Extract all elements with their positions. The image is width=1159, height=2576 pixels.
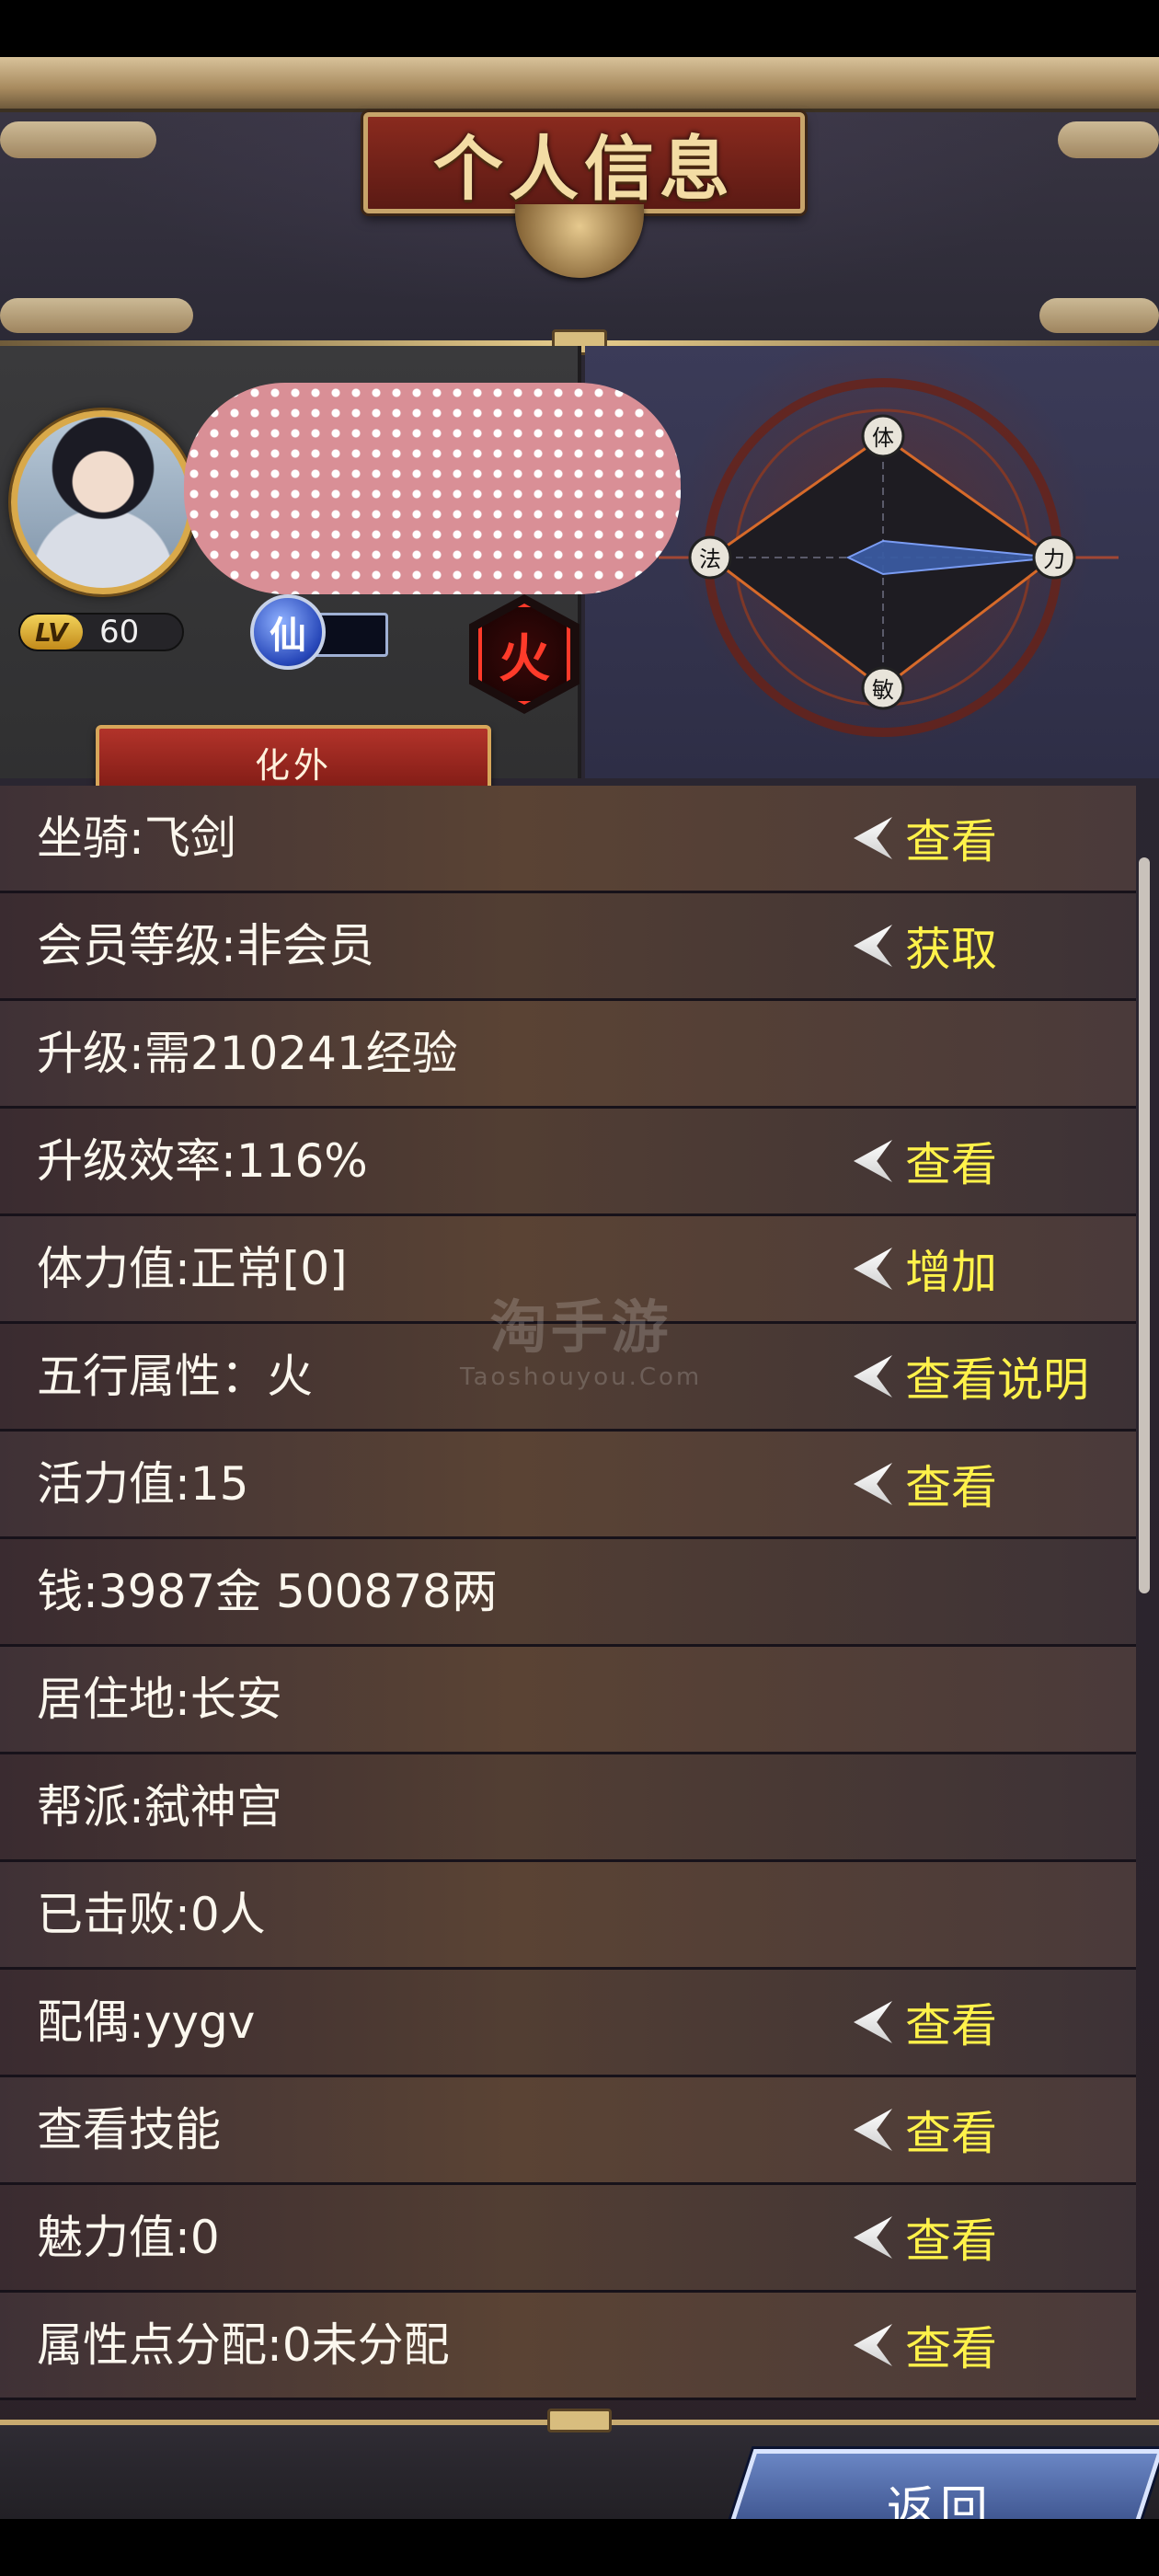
list-item-label: 魅力值:0: [37, 2211, 220, 2264]
list-item-label: 钱:3987金 500878两: [37, 1565, 498, 1618]
list-item-action-label: 查看: [905, 2322, 997, 2375]
arrow-left-icon: [854, 2216, 892, 2259]
svg-text:敏: 敏: [872, 677, 894, 703]
name-redaction: [184, 383, 681, 594]
arrow-left-icon: [854, 2324, 892, 2366]
list-item: 升级:需210241经验: [0, 1001, 1136, 1109]
list-item-action-button[interactable]: 查看: [854, 1970, 997, 2075]
list-item: 魅力值:0 查看: [0, 2185, 1136, 2293]
svg-text:力: 力: [1043, 546, 1065, 572]
cloud-ornament-bottom-right: [1039, 298, 1159, 333]
list-item: 配偶:yygv 查看: [0, 1970, 1136, 2077]
list-item-action-button[interactable]: 增加: [854, 1216, 997, 1321]
info-list[interactable]: 坐骑:飞剑 查看 会员等级:非会员 获取 升级:需210241经验 升级效率:116% 查看…: [0, 786, 1136, 2420]
status-bar: [0, 0, 1159, 57]
arrow-left-icon: [854, 1248, 892, 1290]
list-item: 属性点分配:0未分配 查看: [0, 2293, 1136, 2400]
list-item: 帮派:弑神宫: [0, 1754, 1136, 1862]
watermark: 淘手游 Taoshouyou.Com: [460, 1281, 702, 1391]
list-item-action-button[interactable]: 查看: [854, 1109, 997, 1213]
list-item-action-button[interactable]: 查看: [854, 2293, 997, 2398]
radar-label-bottom: 敏: [861, 666, 905, 710]
list-item-label: 五行属性：火: [37, 1350, 313, 1403]
xian-icon: 仙: [250, 594, 326, 670]
radar-label-left: 法: [688, 535, 732, 580]
list-item-action-label: 查看: [905, 1138, 997, 1191]
list-item-label: 居住地:长安: [37, 1673, 282, 1726]
knot-ornament: [547, 2409, 612, 2432]
watermark-sub: Taoshouyou.Com: [460, 1363, 703, 1391]
page-title: 个人信息: [433, 128, 735, 210]
svg-text:法: 法: [699, 546, 721, 572]
header: 个人信息: [0, 57, 1159, 355]
cloud-ornament-right: [1058, 121, 1159, 158]
arrow-left-icon: [854, 2109, 892, 2151]
list-item-action-label: 查看: [905, 2107, 997, 2160]
list-item-label: 属性点分配:0未分配: [37, 2318, 450, 2372]
avatar[interactable]: [11, 410, 195, 594]
arrow-left-icon: [854, 817, 892, 859]
list-item: 查看技能 查看: [0, 2077, 1136, 2185]
title-plaque: 个人信息: [363, 112, 805, 213]
list-item: 活力值:15 查看: [0, 1432, 1136, 1539]
list-item-action-button[interactable]: 查看: [854, 2077, 997, 2182]
list-item-label: 升级:需210241经验: [37, 1027, 458, 1080]
list-item-label: 升级效率:116%: [37, 1134, 368, 1188]
list-item: 钱:3987金 500878两: [0, 1539, 1136, 1647]
list-item-label: 坐骑:飞剑: [37, 811, 236, 865]
attribute-radar: 体 法 力 敏: [585, 346, 1159, 778]
arrow-left-icon: [854, 925, 892, 967]
radar-label-top: 体: [861, 414, 905, 458]
header-ornament: [0, 57, 1159, 112]
list-item: 升级效率:116% 查看: [0, 1109, 1136, 1216]
list-item: 坐骑:飞剑 查看: [0, 786, 1136, 893]
level-value: 60: [99, 614, 140, 650]
list-item-action-button[interactable]: 查看: [854, 1432, 997, 1536]
back-button[interactable]: 返回: [717, 2449, 1159, 2520]
list-item-action-button[interactable]: 查看说明: [854, 1324, 1089, 1429]
level-tag: LV: [20, 615, 83, 650]
list-item-label: 配偶:yygv: [37, 1995, 256, 2049]
radar-chart: 体 法 力 敏: [659, 378, 1119, 737]
xian-faction-badge[interactable]: 仙: [250, 594, 388, 670]
lion-emblem-icon: [515, 204, 644, 278]
list-item: 居住地:长安: [0, 1647, 1136, 1754]
arrow-left-icon: [854, 1463, 892, 1505]
watermark-main: 淘手游: [489, 1294, 672, 1361]
cloud-ornament-left: [0, 121, 156, 158]
list-item-action-label: 增加: [905, 1246, 997, 1299]
list-item-action-label: 查看: [905, 815, 997, 868]
profile-panel: LV 60 仙 火 化外: [0, 346, 681, 799]
svg-text:体: 体: [872, 425, 894, 451]
radar-label-right: 力: [1032, 535, 1076, 580]
list-item-label: 体力值:正常[0]: [37, 1242, 348, 1295]
list-item-action-button[interactable]: 查看: [854, 2185, 997, 2290]
back-button-label: 返回: [887, 2481, 994, 2520]
list-item-action-label: 查看: [905, 1461, 997, 1514]
arrow-left-icon: [854, 1140, 892, 1182]
list-item-label: 查看技能: [37, 2103, 221, 2156]
fire-element-icon[interactable]: 火: [469, 594, 580, 714]
list-item-action-button[interactable]: 获取: [854, 893, 997, 998]
cloud-ornament-bottom-left: [0, 298, 193, 333]
fire-element-glyph: 火: [478, 604, 570, 705]
level-badge: LV 60: [18, 613, 184, 651]
list-item-label: 帮派:弑神宫: [37, 1780, 282, 1834]
list-item-label: 会员等级:非会员: [37, 919, 374, 972]
arrow-left-icon: [854, 2001, 892, 2043]
list-item: 已击败:0人: [0, 1862, 1136, 1970]
list-item-label: 活力值:15: [37, 1457, 249, 1511]
list-item-action-label: 获取: [905, 923, 997, 976]
arrow-left-icon: [854, 1355, 892, 1397]
list-item: 会员等级:非会员 获取: [0, 893, 1136, 1001]
footer: 返回: [0, 2409, 1159, 2520]
list-item-action-label: 查看: [905, 2214, 997, 2268]
list-item-action-button[interactable]: 查看: [854, 786, 997, 891]
list-item-label: 已击败:0人: [37, 1888, 266, 1941]
navigation-bar: [0, 2519, 1159, 2576]
personal-info-screen: 个人信息 LV 60 仙 火 化外 体 法 力 敏 坐骑:飞剑 查看 会员等级:…: [0, 57, 1159, 2519]
list-item-action-label: 查看说明: [905, 1353, 1089, 1407]
scrollbar[interactable]: [1139, 857, 1150, 1593]
list-item-action-label: 查看: [905, 1999, 997, 2053]
